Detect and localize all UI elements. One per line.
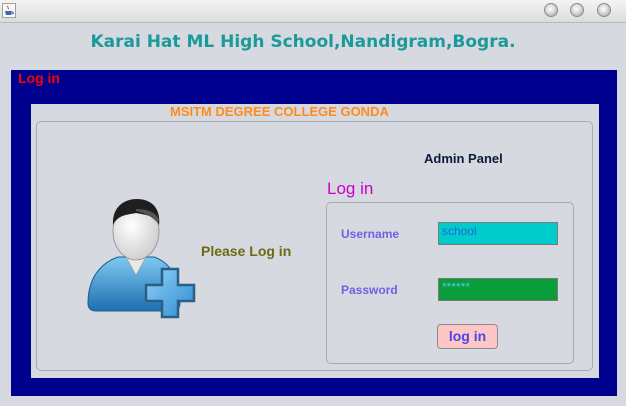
window-titlebar <box>0 0 626 23</box>
zoom-icon[interactable] <box>570 3 584 17</box>
please-login-text: Please Log in <box>201 243 292 259</box>
java-coffee-icon <box>2 3 16 18</box>
login-heading: Log in <box>327 179 374 198</box>
login-form: Username school Password ****** log in <box>326 202 574 364</box>
username-label: Username <box>341 227 400 241</box>
school-title: Karai Hat ML High School,Nandigram,Bogra… <box>90 32 516 52</box>
user-add-icon <box>87 199 196 319</box>
admin-group-box: Admin Panel Please Log in Log in Usernam… <box>36 121 593 371</box>
username-field[interactable]: school <box>438 222 558 245</box>
login-container-panel: Log in MSITM DEGREE COLLEGE GONDA Admin … <box>11 70 617 396</box>
panel-login-label: Log in <box>18 70 60 86</box>
college-name: MSITM DEGREE COLLEGE GONDA <box>170 104 389 119</box>
password-field[interactable]: ****** <box>438 278 558 301</box>
login-button[interactable]: log in <box>437 324 498 349</box>
close-icon[interactable] <box>597 3 611 17</box>
admin-panel-label: Admin Panel <box>424 151 503 166</box>
admin-login-panel: MSITM DEGREE COLLEGE GONDA Admin Panel P… <box>31 104 599 378</box>
password-label: Password <box>341 283 398 297</box>
minimize-icon[interactable] <box>544 3 558 17</box>
